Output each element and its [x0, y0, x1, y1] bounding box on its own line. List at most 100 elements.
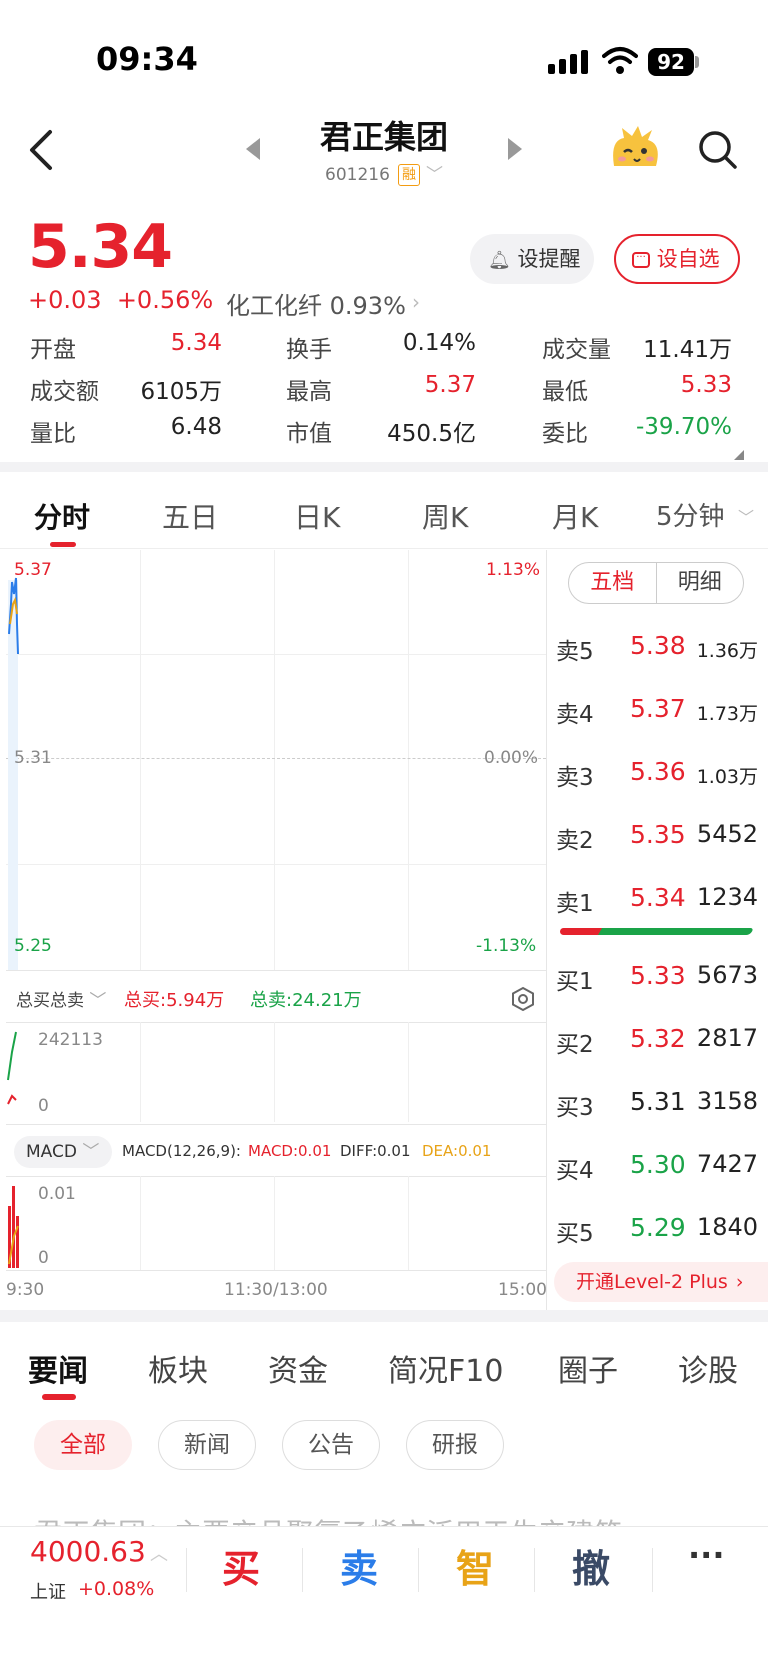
smart-button[interactable]: 智: [456, 1538, 494, 1593]
chevron-down-icon: ﹀: [76, 1142, 100, 1162]
set-alert-button[interactable]: 🔔︎ 设提醒: [470, 234, 594, 284]
chart-tab[interactable]: 周K: [422, 496, 468, 536]
volume-lines: [7, 1031, 17, 1105]
news-tab[interactable]: 简况F10: [388, 1346, 503, 1390]
stat-label: 委比: [542, 421, 588, 447]
ask-volume: 1.03万: [696, 766, 758, 788]
news-filter-chip[interactable]: 新闻: [158, 1420, 256, 1470]
stat-label: 市值: [286, 421, 332, 447]
order-book-toggle: 五档 明细: [568, 562, 744, 604]
chevron-down-icon: ﹀: [84, 991, 107, 1011]
stat-value: 5.37: [424, 372, 476, 398]
stat-label: 最高: [286, 379, 332, 405]
stat-value: 0.14%: [402, 330, 476, 356]
price-line: [8, 577, 19, 655]
chat-box-icon: ···: [632, 252, 650, 268]
macd-selector[interactable]: MACD ﹀: [14, 1136, 112, 1168]
set-alert-label: 设提醒: [517, 247, 581, 271]
buy-button[interactable]: 买: [222, 1538, 260, 1593]
bid-volume: 2817: [696, 1024, 758, 1052]
chart-divider: [546, 550, 547, 1310]
news-filter-chip[interactable]: 研报: [406, 1420, 504, 1470]
bid-level-label: 买2: [556, 1032, 594, 1058]
news-tab[interactable]: 诊股: [678, 1346, 738, 1390]
chart-tab[interactable]: 分时: [34, 496, 90, 536]
stat-value: 5.34: [170, 330, 222, 356]
buy-strength-bar: [597, 928, 755, 935]
chart-tab[interactable]: 5分钟: [656, 496, 725, 533]
time-axis-end: 15:00: [498, 1280, 547, 1300]
macd-params: MACD(12,26,9):: [122, 1142, 241, 1160]
price-axis-high: 5.37: [14, 560, 52, 580]
ask-level-label: 卖3: [556, 765, 594, 791]
next-stock-icon[interactable]: [508, 138, 522, 160]
tab-trade-details[interactable]: 明细: [657, 563, 744, 603]
news-filter-chip[interactable]: 公告: [282, 1420, 380, 1470]
chevron-down-icon: ﹀: [738, 508, 755, 527]
pct-axis-mid: 0.00%: [484, 748, 539, 768]
news-tab[interactable]: 圈子: [558, 1346, 618, 1390]
cellular-signal-icon: [548, 50, 588, 74]
volume-axis-max: 242113: [38, 1030, 103, 1050]
add-watchlist-label: 设自选: [656, 247, 720, 271]
ask-level-label: 卖5: [556, 639, 594, 665]
chevron-right-icon: ›: [412, 290, 420, 314]
price-change: +0.03 +0.56%: [28, 286, 213, 314]
sector-percent: 0.93%: [329, 292, 406, 320]
tab-divider: [0, 548, 768, 549]
more-button[interactable]: ···: [688, 1536, 724, 1574]
up-caret-icon: ︿: [150, 1544, 168, 1565]
price-axis-low: 5.25: [14, 936, 52, 956]
bid-volume: 3158: [696, 1087, 758, 1115]
stat-value: 450.5亿: [387, 421, 476, 447]
bell-icon: 🔔︎: [488, 250, 511, 271]
intraday-chart[interactable]: 5.37 5.31 5.25 1.13% 0.00% -1.13% 总买总卖 ﹀…: [6, 550, 547, 1300]
bid-level-label: 买1: [556, 969, 594, 995]
mascot-icon[interactable]: [608, 126, 662, 174]
chevron-down-icon: ﹀: [425, 165, 443, 185]
bid-level-label: 买5: [556, 1221, 594, 1247]
stat-label: 成交额: [30, 379, 99, 405]
search-icon[interactable]: [698, 130, 738, 170]
settings-icon[interactable]: [510, 986, 536, 1012]
ask-volume: 1.73万: [696, 703, 758, 725]
sell-button[interactable]: 卖: [340, 1538, 378, 1593]
price-axis-mid: 5.31: [14, 748, 52, 768]
news-filter-chip[interactable]: 全部: [34, 1420, 132, 1470]
news-tab[interactable]: 资金: [268, 1346, 328, 1390]
chart-tab-underline: [50, 542, 76, 547]
sector-name: 化工化纤: [226, 292, 322, 320]
volume-indicator-selector[interactable]: 总买总卖 ﹀: [16, 986, 106, 1011]
stat-label: 量比: [30, 421, 76, 447]
bid-level-label: 买4: [556, 1158, 594, 1184]
chart-tab[interactable]: 五日: [162, 496, 218, 536]
stat-value: 6105万: [140, 379, 222, 405]
stat-label: 换手: [286, 337, 332, 363]
tab-five-levels[interactable]: 五档: [569, 563, 657, 603]
index-value[interactable]: 4000.63: [30, 1535, 146, 1568]
chart-tab[interactable]: 月K: [552, 496, 598, 536]
wifi-icon: [602, 47, 638, 74]
macd-selector-label: MACD: [26, 1142, 77, 1162]
change-percent: +0.56%: [116, 286, 214, 314]
ask-level-label: 卖2: [556, 828, 594, 854]
bid-volume: 5673: [696, 961, 758, 989]
news-tab[interactable]: 要闻: [28, 1346, 88, 1390]
cancel-order-button[interactable]: 撤: [572, 1538, 610, 1593]
total-sell: 总卖:24.21万: [250, 990, 362, 1011]
chevron-right-icon: ›: [735, 1271, 744, 1293]
bid-volume: 7427: [696, 1150, 758, 1178]
chart-tab[interactable]: 日K: [294, 496, 340, 536]
stat-label: 开盘: [30, 337, 76, 363]
time-axis-start: 9:30: [6, 1280, 45, 1300]
level2-upgrade-button[interactable]: 开通Level-2 Plus ›: [554, 1262, 768, 1302]
dea-value: DEA:0.01: [422, 1142, 492, 1160]
index-change: +0.08%: [78, 1578, 155, 1600]
macd-axis-zero: 0: [38, 1248, 49, 1268]
macd-axis-max: 0.01: [38, 1184, 76, 1204]
battery-tip: [695, 56, 699, 68]
collapse-corner-icon[interactable]: [734, 450, 744, 460]
add-watchlist-button[interactable]: ··· 设自选: [614, 234, 740, 284]
news-tab[interactable]: 板块: [148, 1346, 208, 1390]
sector-link[interactable]: 化工化纤 0.93%: [226, 286, 406, 321]
